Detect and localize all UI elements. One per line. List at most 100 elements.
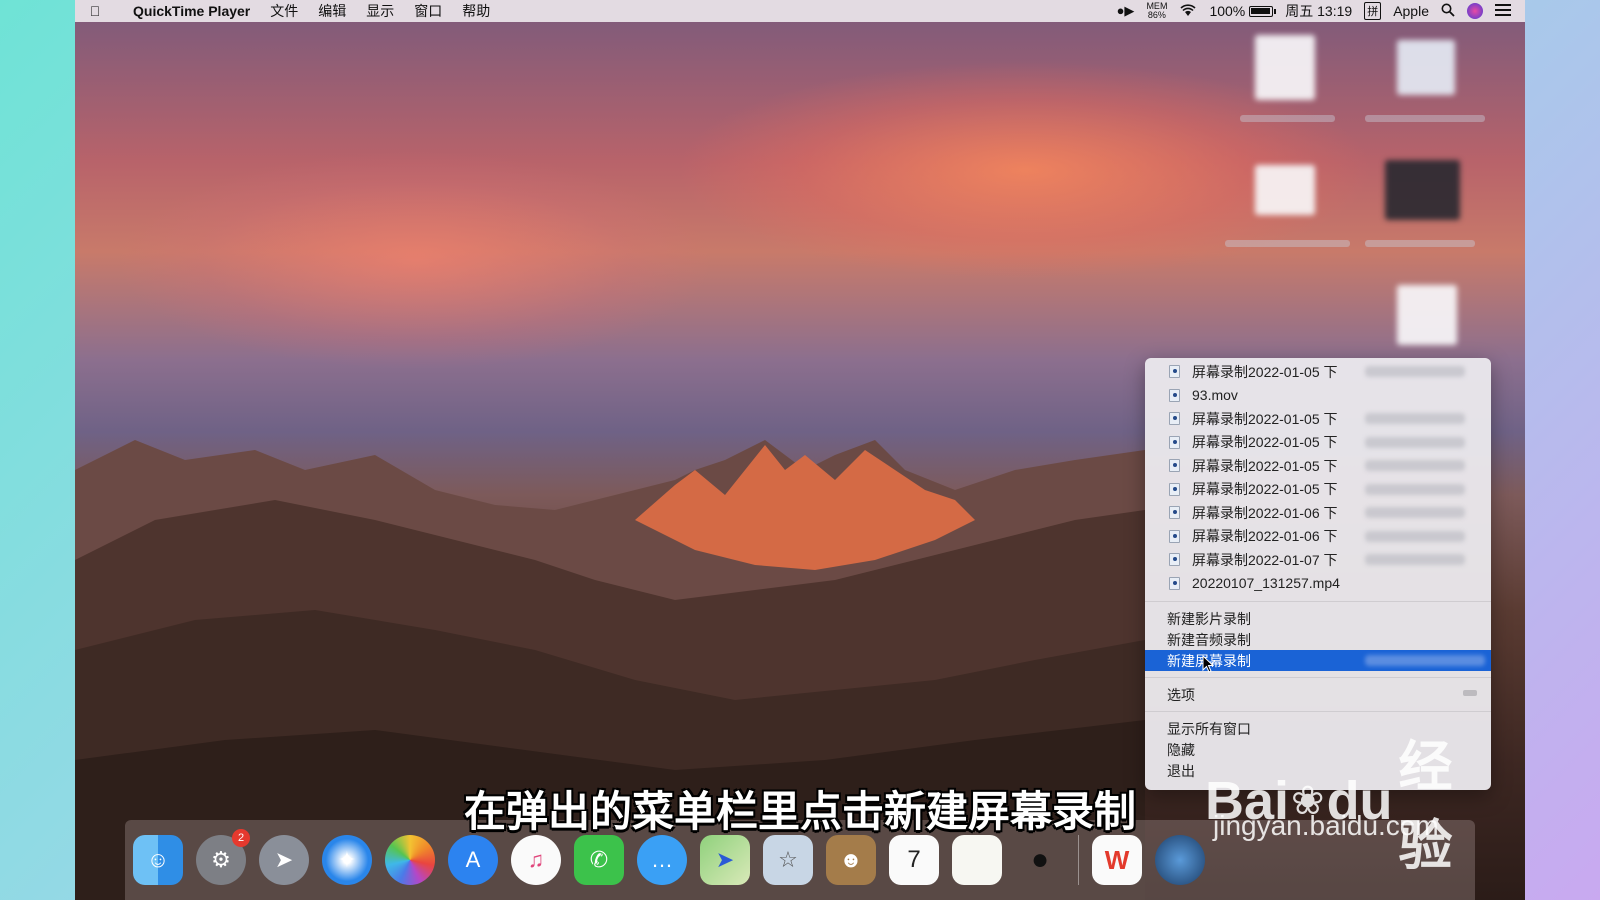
movie-file-icon: [1169, 553, 1180, 567]
menu-separator: [1145, 711, 1491, 712]
app-menu-quicktime[interactable]: QuickTime Player: [115, 3, 260, 19]
mouse-cursor-icon: [1202, 655, 1214, 673]
siri-icon[interactable]: [1467, 3, 1483, 19]
messages-icon[interactable]: …: [637, 835, 687, 885]
menu-view[interactable]: 显示: [356, 1, 404, 21]
menu-separator: [1145, 677, 1491, 678]
recent-file-item[interactable]: 屏幕录制2022-01-06 下: [1145, 525, 1491, 549]
recent-file-label: 屏幕录制2022-01-05 下: [1192, 481, 1338, 498]
dock-separator: [1078, 835, 1079, 885]
apple-menu-icon[interactable]: : [75, 3, 115, 19]
redacted-text: [1365, 483, 1465, 495]
new-movie-recording-item[interactable]: 新建影片录制: [1145, 608, 1491, 629]
recent-file-label: 屏幕录制2022-01-05 下: [1192, 363, 1338, 380]
user-name[interactable]: Apple: [1393, 3, 1429, 19]
battery-percent[interactable]: 100%: [1209, 3, 1245, 19]
recent-file-item[interactable]: 屏幕录制2022-01-05 下: [1145, 431, 1491, 455]
clock[interactable]: 周五 13:19: [1285, 1, 1352, 21]
desktop:  QuickTime Player 文件 编辑 显示 窗口 帮助 ●▶ MEM…: [75, 0, 1525, 900]
recent-file-label: 屏幕录制2022-01-05 下: [1192, 410, 1338, 427]
redacted-text: [1365, 413, 1465, 424]
safari-icon[interactable]: ✦: [322, 835, 372, 885]
system-preferences-icon[interactable]: ⚙ 2: [196, 829, 250, 885]
desktop-file-icon[interactable]: [1255, 165, 1315, 215]
watermark-url: jingyan.baidu.com: [1213, 810, 1439, 841]
movie-file-icon: [1169, 482, 1180, 496]
app-store-icon[interactable]: A: [448, 835, 498, 885]
movie-file-icon: [1169, 365, 1180, 379]
recent-file-label: 20220107_131257.mp4: [1192, 575, 1340, 592]
qq-icon[interactable]: ●: [1015, 835, 1065, 885]
recent-file-item[interactable]: 屏幕录制2022-01-05 下: [1145, 360, 1491, 384]
recent-file-item[interactable]: 20220107_131257.mp4: [1145, 572, 1491, 596]
recent-file-label: 屏幕录制2022-01-05 下: [1192, 457, 1338, 474]
submenu-arrow-icon: [1463, 690, 1477, 696]
recent-file-label: 93.mov: [1192, 387, 1238, 404]
wps-icon[interactable]: W: [1092, 835, 1142, 885]
desktop-file-icon[interactable]: [1397, 285, 1457, 345]
notification-center-icon[interactable]: [1495, 3, 1511, 19]
redacted-text: [1365, 554, 1465, 565]
recent-file-label: 屏幕录制2022-01-07 下: [1192, 551, 1338, 568]
mem-value: 86%: [1147, 10, 1166, 20]
battery-fill: [1251, 7, 1271, 14]
desktop-file-label: [1365, 115, 1485, 122]
calendar-day: 7: [907, 846, 921, 873]
memory-status[interactable]: MEM 86%: [1146, 2, 1167, 20]
quicktime-icon[interactable]: [1155, 835, 1205, 885]
spotlight-search-icon[interactable]: [1441, 3, 1455, 20]
new-audio-recording-item[interactable]: 新建音频录制: [1145, 629, 1491, 650]
recent-file-item[interactable]: 屏幕录制2022-01-05 下: [1145, 478, 1491, 502]
baidu-jingyan-watermark: Bai ❀ du 经验 jingyan.baidu.com: [1205, 722, 1505, 876]
movie-file-icon: [1169, 435, 1180, 449]
menu-window[interactable]: 窗口: [404, 1, 452, 21]
recent-file-item[interactable]: 屏幕录制2022-01-06 下: [1145, 501, 1491, 525]
calendar-icon[interactable]: 7: [889, 835, 939, 885]
menu-file[interactable]: 文件: [260, 1, 308, 21]
desktop-file-icon[interactable]: [1397, 40, 1455, 95]
redacted-text: [1365, 366, 1465, 377]
finder-icon[interactable]: ☺: [133, 835, 183, 885]
movie-file-icon: [1169, 459, 1180, 473]
itunes-icon[interactable]: ♫: [511, 835, 561, 885]
desktop-file-icon[interactable]: [1385, 160, 1460, 220]
new-screen-recording-item[interactable]: 新建屏幕录制: [1145, 650, 1491, 671]
watermark-brand-cn: 经验: [1398, 737, 1453, 876]
movie-file-icon: [1169, 529, 1180, 543]
redacted-text: [1365, 460, 1465, 471]
movie-file-icon: [1169, 388, 1180, 402]
wifi-icon[interactable]: [1179, 3, 1197, 20]
maps-icon[interactable]: ➤: [700, 835, 750, 885]
menu-separator: [1145, 601, 1491, 602]
battery-icon[interactable]: [1249, 5, 1277, 17]
facetime-icon[interactable]: ✆: [574, 835, 624, 885]
menu-help[interactable]: 帮助: [452, 1, 500, 21]
redacted-text: [1365, 507, 1465, 518]
launchpad-icon[interactable]: ➤: [259, 835, 309, 885]
movie-file-icon: [1169, 412, 1180, 426]
desktop-file-label: [1225, 240, 1350, 247]
contacts-icon[interactable]: ☻: [826, 835, 876, 885]
input-method-icon[interactable]: 拼: [1364, 2, 1382, 20]
recent-file-label: 屏幕录制2022-01-05 下: [1192, 434, 1338, 451]
menu-bar:  QuickTime Player 文件 编辑 显示 窗口 帮助 ●▶ MEM…: [75, 0, 1525, 22]
textedit-icon[interactable]: [952, 835, 1002, 885]
recent-file-item[interactable]: 屏幕录制2022-01-05 下: [1145, 407, 1491, 431]
photos-icon[interactable]: [385, 835, 435, 885]
movie-file-icon: [1169, 576, 1180, 590]
recent-file-item[interactable]: 屏幕录制2022-01-05 下: [1145, 454, 1491, 478]
redacted-text: [1365, 655, 1485, 666]
desktop-file-label: [1240, 115, 1335, 122]
preview-icon[interactable]: ☆: [763, 835, 813, 885]
redacted-text: [1365, 436, 1465, 448]
recent-file-item[interactable]: 屏幕录制2022-01-07 下: [1145, 548, 1491, 572]
desktop-file-icon[interactable]: [1255, 35, 1315, 100]
recent-file-label: 屏幕录制2022-01-06 下: [1192, 504, 1338, 521]
options-item[interactable]: 选项: [1145, 684, 1491, 705]
movie-file-icon: [1169, 506, 1180, 520]
recent-file-item[interactable]: 93.mov: [1145, 384, 1491, 408]
menu-edit[interactable]: 编辑: [308, 1, 356, 21]
camera-recording-icon[interactable]: ●▶: [1117, 3, 1135, 19]
redacted-text: [1365, 530, 1465, 542]
options-label: 选项: [1167, 686, 1195, 703]
